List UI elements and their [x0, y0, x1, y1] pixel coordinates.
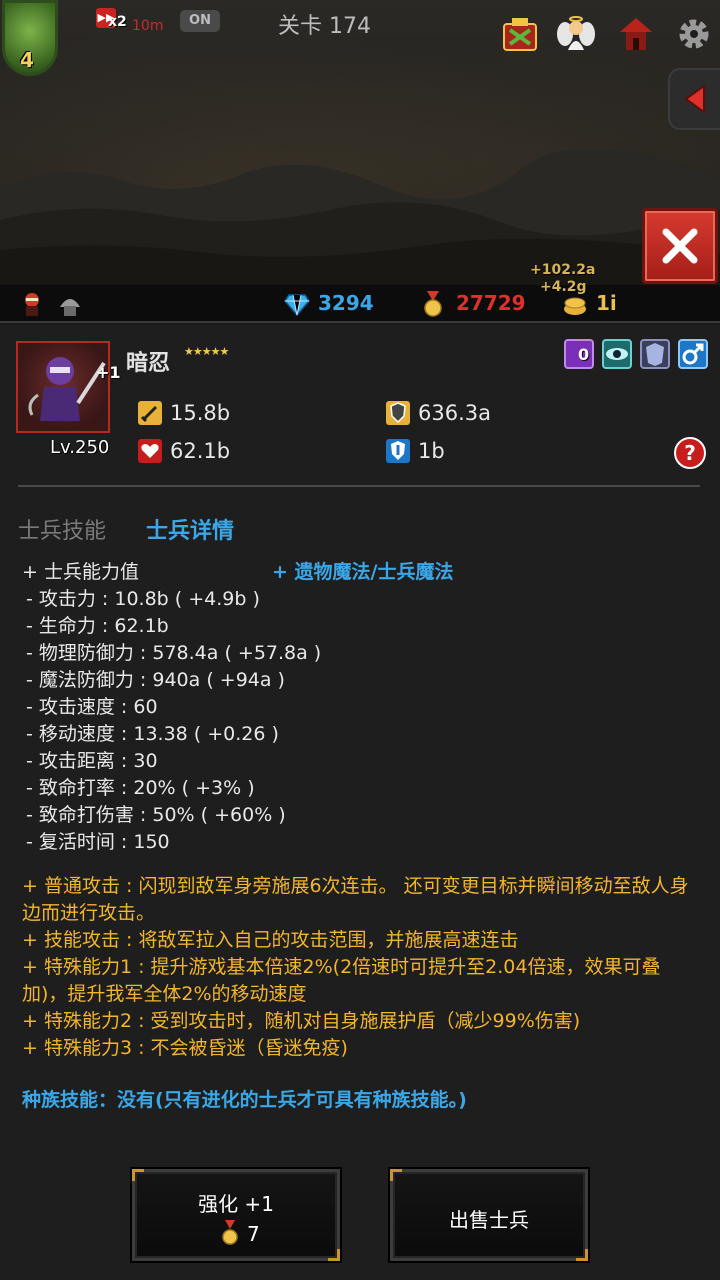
ability-skill-attack: + 技能攻击 : 将敌军拉入自己的攻击范围，并施展高速连击 [22, 929, 519, 951]
ability-special-3: + 特殊能力3 : 不会被昏迷（昏迷免疫) [22, 1037, 348, 1059]
unit-stars: ★★★★★ [184, 345, 229, 358]
angel-icon[interactable] [556, 14, 596, 54]
close-icon [662, 228, 698, 264]
tab-details[interactable]: 士兵详情 [146, 513, 234, 545]
sword-icon [138, 401, 162, 425]
male-icon[interactable] [678, 339, 708, 369]
auto-toggle[interactable]: ON [180, 10, 220, 32]
attack-value: 15.8b [170, 401, 231, 425]
help-icon[interactable]: ? [674, 437, 706, 469]
gear-icon[interactable] [674, 14, 714, 54]
relic-magic-link[interactable]: + 遗物魔法/士兵魔法 [272, 557, 453, 584]
stats-section-title: + 士兵能力值 [22, 561, 139, 583]
speed-multiplier: x2 [108, 14, 127, 30]
sell-button[interactable]: 出售士兵 [390, 1169, 588, 1261]
divider [18, 485, 700, 487]
upgrade-button[interactable]: 强化 +1 7 [132, 1169, 340, 1261]
race-skill: 种族技能：没有(只有进化的士兵才可具有种族技能。) [22, 1089, 467, 1111]
armor-icon[interactable] [640, 339, 670, 369]
stat-line-phys-defense: - 物理防御力 : 578.4a ( +57.8a ) [26, 642, 322, 664]
game-battlefield: 4 ▶▶ x2 10m ON 关卡 174 +102.2a [0, 0, 720, 285]
tower-icon[interactable] [616, 14, 656, 54]
rocky-terrain [0, 150, 720, 285]
heart-icon [138, 439, 162, 463]
stat-line-move-speed: - 移动速度 : 13.38 ( +0.26 ) [26, 723, 279, 745]
medal-icon [222, 1220, 238, 1245]
hp-value: 62.1b [170, 439, 231, 463]
magic-badge-icon[interactable]: 0 [564, 339, 594, 369]
upgrade-cost: 7 [247, 1222, 260, 1246]
ninja-portrait-icon [28, 357, 106, 421]
medal-icon [424, 291, 442, 317]
ability-special-2: + 特殊能力2 : 受到攻击时，随机对自身施展护盾（减少99%伤害) [22, 1010, 581, 1032]
ability-normal-attack: + 普通攻击 : 闪现到敌军身旁施展6次连击。 还可变更目标并瞬间移动至敌人身边… [22, 875, 689, 924]
stat-line-attack: - 攻击力 : 10.8b ( +4.9b ) [26, 588, 260, 610]
back-arrow-icon [684, 84, 705, 114]
stat-line-crit-damage: - 致命打伤害 : 50% ( +60% ) [26, 804, 286, 826]
stat-line-magic-defense: - 魔法防御力 : 940a ( +94a ) [26, 669, 285, 691]
phys-defense-value: 636.3a [418, 401, 491, 425]
medals-count: 27729 [456, 291, 526, 315]
stage-label: 关卡 174 [278, 14, 371, 39]
upgrade-label: 强化 +1 [198, 1192, 274, 1216]
ability-special-1: + 特殊能力1 : 提升游戏基本倍速2%(2倍速时可提升至2.04倍速，效果可叠… [22, 956, 661, 1005]
magic-shield-icon [386, 439, 410, 463]
helmet-unit-icon [60, 299, 80, 316]
magic-badge-count: 0 [578, 345, 590, 364]
unit-portrait: +1 Lv.250 [16, 341, 121, 458]
speed-timer: 10m [132, 18, 164, 34]
shop-chest-icon[interactable] [500, 14, 540, 54]
sell-label: 出售士兵 [449, 1208, 529, 1232]
shield-icon [386, 401, 410, 425]
floating-gold-gain: +102.2a [530, 262, 596, 278]
gold-count: 1i [596, 291, 617, 315]
tab-skills[interactable]: 士兵技能 [18, 513, 106, 545]
unit-name: 暗忍 [126, 351, 171, 376]
side-panel-tab[interactable] [668, 68, 720, 130]
stat-line-revive-time: - 复活时间 : 150 [26, 831, 170, 853]
diamond-icon [284, 294, 310, 317]
currency-bar: 3294 27729 +4.2g 1i [0, 279, 720, 323]
stat-line-hp: - 生命力 : 62.1b [26, 615, 169, 637]
unit-detail-panel: +1 Lv.250 暗忍 ★★★★★ 0 15.8b 636.3a 62.1b … [0, 325, 720, 1280]
unit-plus-level: +1 [96, 363, 121, 382]
gems-count: 3294 [318, 291, 374, 315]
gold-coin-icon [564, 297, 586, 315]
ninja-unit-icon [25, 293, 39, 316]
close-button[interactable] [642, 208, 718, 284]
stat-line-crit-rate: - 致命打率 : 20% ( +3% ) [26, 777, 255, 799]
unit-level: Lv.250 [50, 437, 110, 458]
hero-level: 4 [20, 48, 34, 72]
stat-line-attack-range: - 攻击距离 : 30 [26, 750, 158, 772]
stat-line-attack-speed: - 攻击速度 : 60 [26, 696, 158, 718]
magic-defense-value: 1b [418, 439, 445, 463]
eye-icon[interactable] [602, 339, 632, 369]
